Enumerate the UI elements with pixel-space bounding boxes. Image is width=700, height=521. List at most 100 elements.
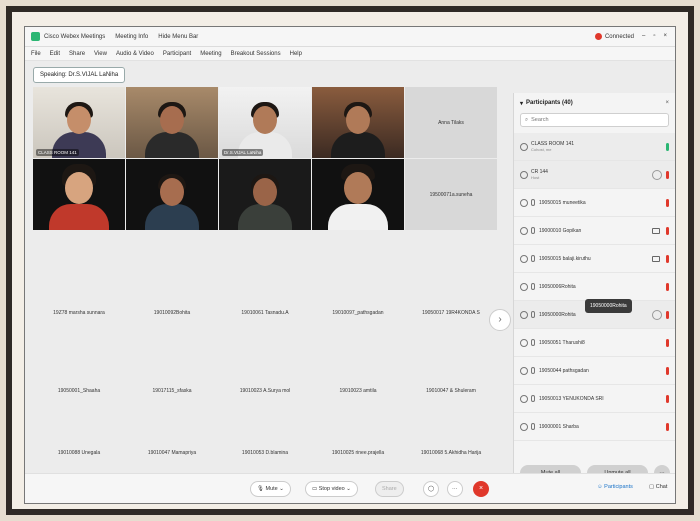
meeting-info-button[interactable]: Meeting Info — [115, 34, 148, 40]
chat-label: Chat — [655, 484, 668, 490]
list-item[interactable]: 19050051 Tharushi8 — [514, 329, 675, 357]
name-tile[interactable]: 19010068 5.Akhidha Harija — [405, 433, 497, 473]
list-item[interactable]: 19050015 muneetika — [514, 189, 675, 217]
connection-status[interactable]: Connected — [594, 32, 634, 41]
list-item[interactable]: 19050013 YENUKONDA SRI — [514, 385, 675, 413]
participant-name: 19050013 YENUKONDA SRI — [539, 395, 604, 402]
menu-share[interactable]: Share — [69, 51, 85, 57]
name-tile[interactable]: 19050001_Shaaha — [33, 355, 125, 426]
name-tile[interactable]: 19500071a.suneha — [405, 159, 497, 230]
mic-muted-icon[interactable] — [666, 338, 669, 347]
chat-button[interactable]: ▢ Chat — [649, 484, 667, 490]
name-tile[interactable]: 19010047 Mamapriya — [126, 433, 218, 473]
name-tile[interactable]: 19010053 D.blamina — [219, 433, 311, 473]
avatar — [520, 170, 528, 179]
participant-name: 19000010 Gopikan — [539, 227, 582, 234]
mic-muted-icon[interactable] — [666, 310, 669, 319]
minimize-icon[interactable]: – — [642, 33, 645, 39]
mic-active-icon[interactable] — [666, 142, 669, 151]
webex-logo-icon — [31, 32, 40, 41]
name-tile[interactable]: 19010061 Tasnadu.A — [219, 277, 311, 348]
list-item[interactable]: 19000010 Gopikan — [514, 217, 675, 245]
mic-icon — [531, 339, 535, 346]
search-input[interactable]: ⌕ Search — [520, 113, 669, 127]
mic-muted-icon[interactable] — [666, 170, 669, 179]
maximize-icon[interactable]: ▫ — [653, 33, 655, 39]
more-icon[interactable]: ··· — [447, 481, 463, 497]
menu-participant[interactable]: Participant — [163, 51, 191, 57]
name-tile[interactable]: 19050017 19R4KONDA S — [405, 277, 497, 348]
mic-icon — [531, 227, 535, 234]
name-tile[interactable]: 19010092Bohita — [126, 277, 218, 348]
participant-name: 19050015 balaji.kiruthu — [539, 255, 591, 262]
next-page-icon[interactable]: › — [489, 309, 511, 331]
mic-muted-icon[interactable] — [666, 282, 669, 291]
list-item[interactable]: 19050015 balaji.kiruthu — [514, 245, 675, 273]
more-icon[interactable] — [652, 309, 662, 320]
mic-muted-icon[interactable] — [666, 394, 669, 403]
name-tile[interactable]: Anna Tilaks — [405, 87, 497, 158]
end-call-button[interactable]: × — [473, 481, 489, 497]
status-icon — [652, 169, 662, 180]
name-tile[interactable]: 19Z78 marsha sunnara — [33, 277, 125, 348]
participant-role: Host — [531, 175, 540, 180]
mic-muted-icon[interactable] — [666, 254, 669, 263]
video-tile[interactable] — [312, 87, 404, 158]
menu-meeting[interactable]: Meeting — [200, 51, 221, 57]
mic-icon — [531, 311, 535, 318]
menu-view[interactable]: View — [94, 51, 107, 57]
video-tile[interactable] — [126, 87, 218, 158]
stop-video-button[interactable]: ▭ Stop video ⌄ — [305, 481, 358, 497]
menu-help[interactable]: Help — [290, 51, 302, 57]
list-item[interactable]: CLASS ROOM 141 Cohost, me — [514, 133, 675, 161]
avatar — [520, 310, 528, 319]
participants-button[interactable]: ☺ Participants — [597, 484, 633, 490]
name-tile[interactable]: 19010097_pathsgadan — [312, 277, 404, 348]
video-tile[interactable] — [312, 159, 404, 230]
video-tile[interactable] — [219, 159, 311, 230]
name-tile[interactable]: 19017115_sfaska — [126, 355, 218, 426]
app-name: Cisco Webex Meetings — [44, 33, 106, 40]
menu-edit[interactable]: Edit — [50, 51, 60, 57]
close-icon[interactable]: × — [663, 33, 667, 39]
webex-window: Cisco Webex Meetings Meeting Info Hide M… — [24, 26, 676, 504]
list-item[interactable]: 19050006Rohita — [514, 273, 675, 301]
menu-file[interactable]: File — [31, 51, 41, 57]
search-placeholder: Search — [531, 117, 549, 123]
list-item[interactable]: 19050044 pathsgadan — [514, 357, 675, 385]
list-item[interactable]: CR 144 Host — [514, 161, 675, 189]
name-tile[interactable]: 19010023 A.Surya mol — [219, 355, 311, 426]
participant-name: 19050015 muneetika — [539, 199, 586, 206]
mic-muted-icon[interactable] — [666, 198, 669, 207]
close-panel-icon[interactable]: × — [665, 100, 669, 106]
video-tile[interactable] — [33, 159, 125, 230]
share-button[interactable]: Share — [375, 481, 404, 497]
menu-breakout[interactable]: Breakout Sessions — [231, 51, 281, 57]
stop-video-label: Stop video — [318, 486, 345, 492]
camera-icon: ▭ — [312, 486, 319, 492]
video-tile[interactable]: CLASS ROOM 141 — [33, 87, 125, 158]
menu-audio-video[interactable]: Audio & Video — [116, 51, 154, 57]
name-tile[interactable]: 19010047 & Shuleram — [405, 355, 497, 426]
mic-muted-icon[interactable] — [666, 422, 669, 431]
participant-name: 19050044 pathsgadan — [539, 367, 589, 374]
name-tile[interactable]: 19010023 amtila — [312, 355, 404, 426]
video-tile[interactable]: Dr.S.VIJAL LaNiha — [219, 87, 311, 158]
mic-muted-icon[interactable] — [666, 226, 669, 235]
menu-bar: File Edit Share View Audio & Video Parti… — [25, 47, 675, 61]
mic-icon — [531, 367, 535, 374]
avatar — [520, 366, 528, 375]
chevron-down-icon[interactable]: ▾ — [520, 100, 523, 107]
video-tile[interactable] — [126, 159, 218, 230]
list-item[interactable]: 19000001 Sharba — [514, 413, 675, 441]
name-tile[interactable]: 19010088 Unegala — [33, 433, 125, 473]
search-icon: ⌕ — [525, 116, 529, 123]
record-button[interactable]: ◯ — [423, 481, 440, 497]
hide-menu-button[interactable]: Hide Menu Bar — [158, 34, 198, 40]
mic-muted-icon[interactable] — [666, 366, 669, 375]
connected-label: Connected — [604, 34, 634, 41]
control-bar: 🎙︎ Mute ⌄ ▭ Stop video ⌄ Share ◯ ··· × ☺… — [25, 473, 675, 503]
mute-button[interactable]: 🎙︎ Mute ⌄ — [250, 481, 291, 497]
avatar — [520, 394, 528, 403]
name-tile[interactable]: 19010025 rinee.prajella — [312, 433, 404, 473]
